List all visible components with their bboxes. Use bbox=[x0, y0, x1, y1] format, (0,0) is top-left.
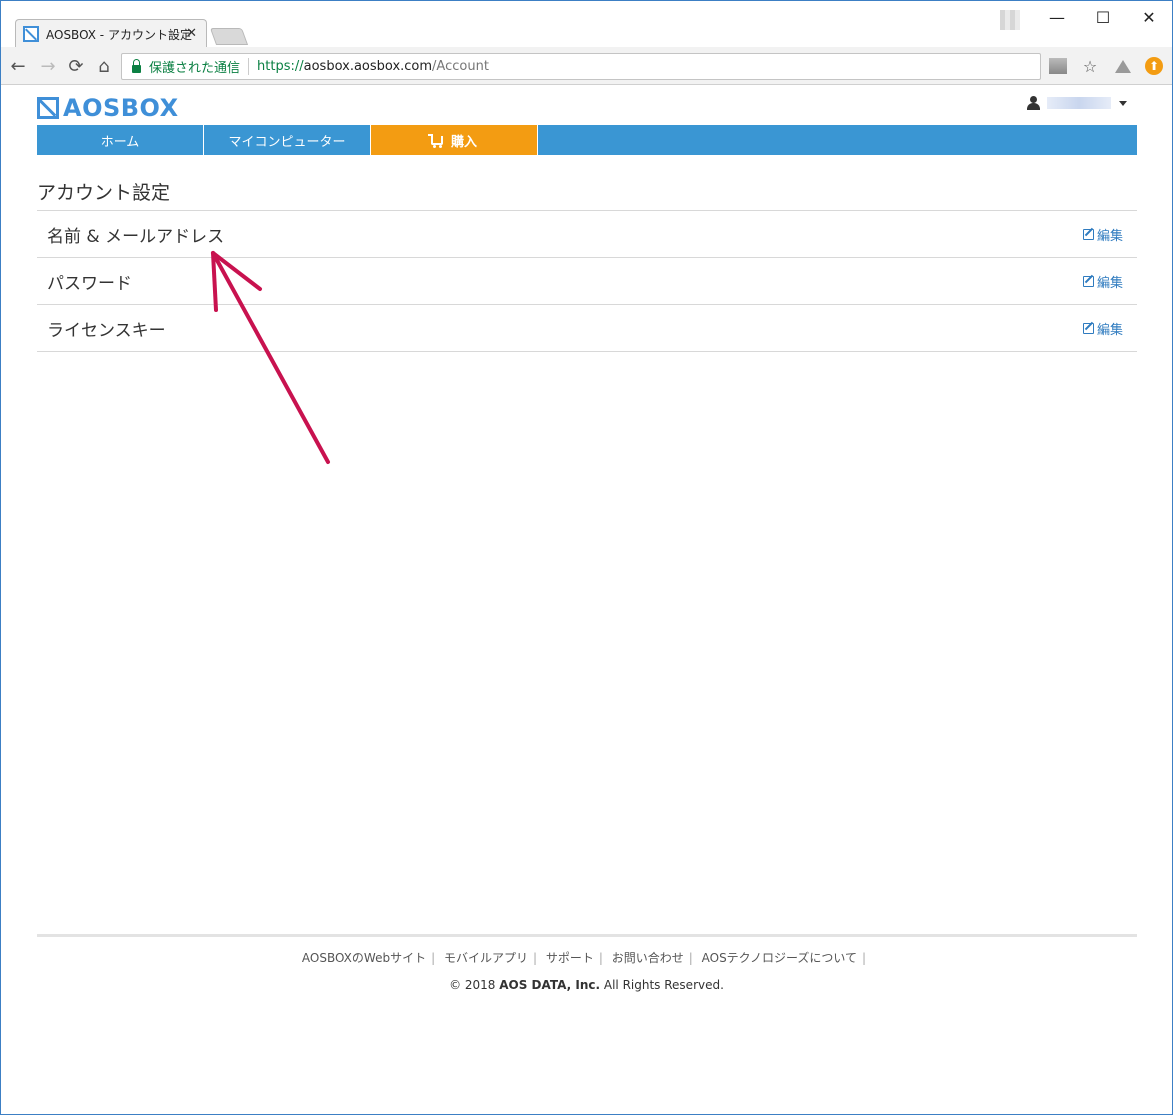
minimize-button[interactable]: — bbox=[1045, 5, 1069, 29]
maximize-button[interactable]: ☐ bbox=[1091, 5, 1115, 29]
page-content: AOSBOX ホーム マイコンピューター 購入 アカウント設定 名前 & メール… bbox=[1, 86, 1172, 1114]
footer-link-contact[interactable]: お問い合わせ bbox=[612, 951, 684, 965]
url-scheme: https:// bbox=[257, 59, 304, 74]
edit-label: 編集 bbox=[1096, 322, 1123, 338]
edit-icon bbox=[1082, 275, 1094, 287]
title-bar: AOSBOX - アカウント設定 ✕ — ☐ ✕ bbox=[1, 1, 1172, 48]
omnibox-divider bbox=[248, 58, 250, 75]
new-tab-button[interactable] bbox=[209, 28, 249, 45]
drive-extension-icon[interactable] bbox=[1113, 56, 1133, 76]
edit-icon bbox=[1082, 228, 1094, 240]
reload-icon[interactable]: ⟳ bbox=[65, 55, 87, 77]
browser-tab-content[interactable]: AOSBOX - アカウント設定 ✕ bbox=[23, 20, 203, 48]
chevron-down-icon bbox=[1119, 100, 1127, 106]
home-icon[interactable]: ⌂ bbox=[93, 55, 115, 77]
update-icon[interactable]: ⬆ bbox=[1145, 57, 1163, 75]
edit-license-key-button[interactable]: 編集 bbox=[1082, 319, 1123, 338]
edit-label: 編集 bbox=[1096, 228, 1123, 244]
footer-separator: | bbox=[688, 951, 693, 965]
annotation-arrow-icon bbox=[211, 251, 330, 464]
footer-separator: | bbox=[862, 951, 867, 965]
url-host: aosbox.aosbox.com bbox=[303, 59, 433, 74]
tab-close-icon[interactable]: ✕ bbox=[186, 26, 197, 41]
cart-icon bbox=[427, 133, 443, 148]
lock-icon bbox=[132, 58, 141, 73]
copyright-suffix: All Rights Reserved. bbox=[603, 978, 724, 992]
tab-title: AOSBOX - アカウント設定 bbox=[46, 27, 192, 42]
edit-icon bbox=[1082, 322, 1094, 334]
forward-arrow-icon[interactable]: → bbox=[37, 55, 59, 77]
footer-separator: | bbox=[532, 951, 538, 965]
edit-label: 編集 bbox=[1096, 275, 1123, 291]
edit-name-email-button[interactable]: 編集 bbox=[1082, 225, 1123, 244]
footer-link-mobile-app[interactable]: モバイルアプリ bbox=[444, 951, 528, 965]
browser-window: AOSBOX - アカウント設定 ✕ — ☐ ✕ ← → ⟳ ⌂ 保護された通信… bbox=[0, 0, 1173, 1115]
copyright-prefix: © 2018 bbox=[449, 978, 496, 992]
footer-link-website[interactable]: AOSBOXのWebサイト bbox=[302, 951, 426, 965]
user-menu[interactable] bbox=[1027, 96, 1127, 110]
footer-links: AOSBOXのWebサイト | モバイルアプリ | サポート | お問い合わせ | AO… bbox=[1, 949, 1172, 966]
aosbox-favicon-icon bbox=[23, 26, 39, 42]
footer-separator: | bbox=[431, 951, 436, 965]
redacted-user-name bbox=[1047, 97, 1111, 109]
footer-link-about[interactable]: AOSテクノロジーズについて bbox=[702, 951, 857, 965]
close-window-button[interactable]: ✕ bbox=[1137, 5, 1161, 29]
user-icon bbox=[1027, 96, 1041, 110]
footer-separator: | bbox=[598, 951, 603, 965]
copyright: © 2018 AOS DATA, Inc. All Rights Reserve… bbox=[1, 978, 1172, 992]
browser-toolbar: ← → ⟳ ⌂ 保護された通信 https://aosbox.aosbox.co… bbox=[1, 47, 1172, 85]
url-path: /Account bbox=[432, 59, 489, 74]
footer-divider bbox=[37, 934, 1137, 937]
extension-icon[interactable] bbox=[1049, 58, 1067, 74]
nav-item-label: 購入 bbox=[450, 134, 477, 150]
bookmark-star-icon[interactable]: ☆ bbox=[1080, 56, 1100, 76]
copyright-company: AOS DATA, Inc. bbox=[499, 978, 601, 992]
footer-link-support[interactable]: サポート bbox=[546, 951, 594, 965]
back-arrow-icon[interactable]: ← bbox=[7, 55, 29, 77]
profile-icon[interactable] bbox=[1000, 10, 1020, 30]
secure-connection-label[interactable]: 保護された通信 bbox=[149, 57, 240, 76]
edit-password-button[interactable]: 編集 bbox=[1082, 272, 1123, 291]
address-bar[interactable]: 保護された通信 https://aosbox.aosbox.com/Accoun… bbox=[121, 53, 1041, 80]
